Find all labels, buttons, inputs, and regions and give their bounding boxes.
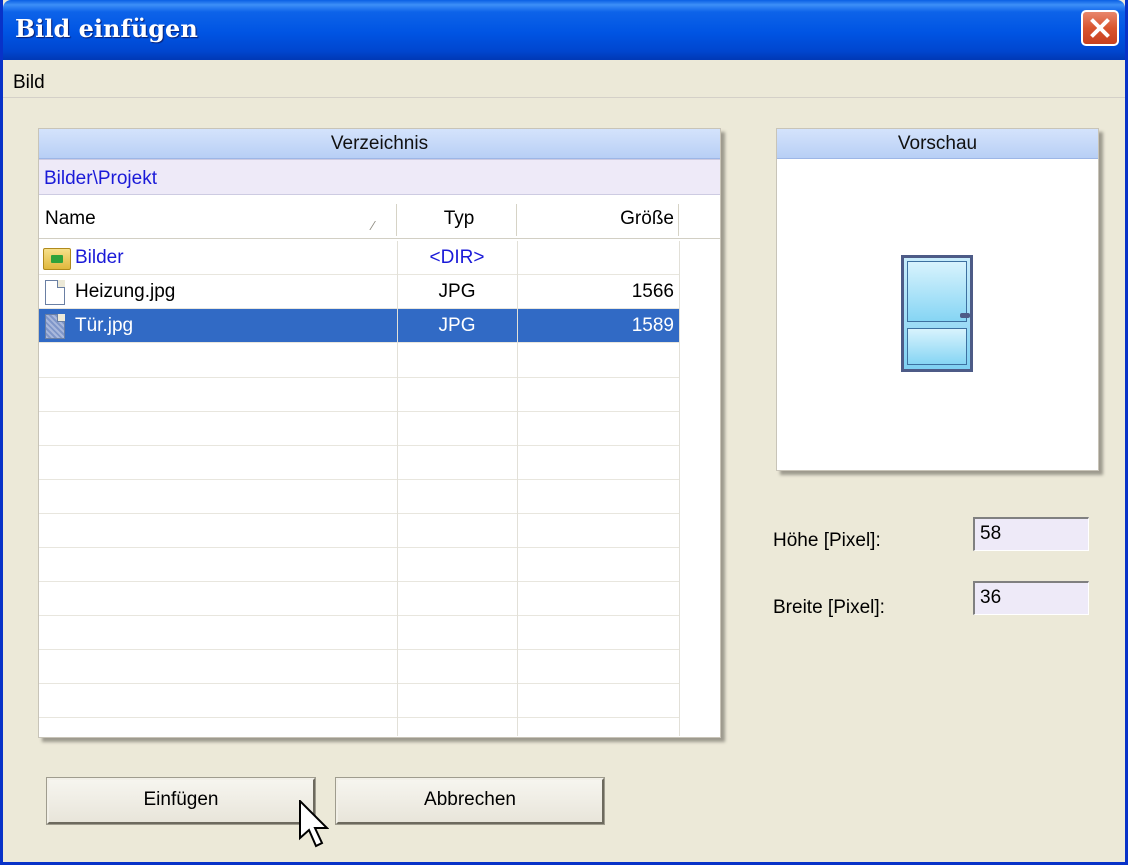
height-field[interactable]: 58 xyxy=(973,517,1089,551)
door-bottom-pane xyxy=(907,328,967,365)
file-type: <DIR> xyxy=(429,247,485,268)
sort-arrow-icon: ∕ xyxy=(372,218,375,233)
height-label: Höhe [Pixel]: xyxy=(773,530,881,551)
row-line xyxy=(39,581,679,582)
row-line xyxy=(39,479,679,480)
file-icon xyxy=(45,280,65,305)
window-title: Bild einfügen xyxy=(15,14,198,43)
file-name: Bilder xyxy=(75,247,124,268)
row-line xyxy=(39,615,679,616)
directory-panel: Verzeichnis Bilder\Projekt Name ∕ Typ Gr… xyxy=(38,128,721,738)
row-line xyxy=(39,649,679,650)
image-file-icon xyxy=(45,314,65,339)
row-line xyxy=(39,717,679,718)
file-list: Bilder <DIR> Heizung.jpg JPG 1566 Tür.jp… xyxy=(39,241,720,736)
column-line xyxy=(679,241,680,736)
column-divider[interactable] xyxy=(678,204,680,236)
column-line xyxy=(397,241,398,736)
menu-item-bild[interactable]: Bild xyxy=(13,72,45,94)
row-line xyxy=(39,411,679,412)
dialog-window: Bild einfügen Bild Verzeichnis Bilder\Pr… xyxy=(0,0,1128,865)
file-size: 1589 xyxy=(631,315,674,336)
width-label: Breite [Pixel]: xyxy=(773,597,885,618)
path-field[interactable]: Bilder\Projekt xyxy=(39,159,720,195)
file-type: JPG xyxy=(438,281,476,302)
file-type: JPG xyxy=(438,315,476,336)
column-header-name[interactable]: Name xyxy=(45,204,96,238)
mouse-pointer-icon xyxy=(299,800,329,848)
row-line xyxy=(39,445,679,446)
preview-panel: Vorschau xyxy=(776,128,1099,471)
cancel-button[interactable]: Abbrechen xyxy=(335,777,605,825)
list-item-selected[interactable]: Tür.jpg JPG 1589 xyxy=(39,309,679,343)
title-bar[interactable]: Bild einfügen xyxy=(3,0,1125,60)
file-size xyxy=(518,241,674,275)
directory-header: Verzeichnis xyxy=(39,129,720,159)
door-top-pane xyxy=(907,261,967,322)
close-icon[interactable] xyxy=(1081,10,1119,46)
column-line xyxy=(517,241,518,736)
row-line xyxy=(39,377,679,378)
list-item[interactable]: Heizung.jpg JPG 1566 xyxy=(39,275,679,309)
file-name: Heizung.jpg xyxy=(75,281,176,302)
file-name: Tür.jpg xyxy=(75,315,134,336)
row-line xyxy=(39,683,679,684)
folder-icon xyxy=(43,248,71,270)
header-separator xyxy=(39,238,720,239)
menu-bar: Bild xyxy=(3,64,1125,98)
column-header-size[interactable]: Größe xyxy=(518,204,674,238)
row-line xyxy=(39,513,679,514)
door-icon xyxy=(901,255,973,372)
preview-header: Vorschau xyxy=(777,129,1098,159)
row-line xyxy=(39,547,679,548)
insert-button[interactable]: Einfügen xyxy=(46,777,316,825)
column-header-type[interactable]: Typ xyxy=(398,204,520,238)
file-size: 1566 xyxy=(631,281,674,302)
list-item[interactable]: Bilder <DIR> xyxy=(39,241,679,275)
door-handle xyxy=(960,313,970,318)
width-field[interactable]: 36 xyxy=(973,581,1089,615)
